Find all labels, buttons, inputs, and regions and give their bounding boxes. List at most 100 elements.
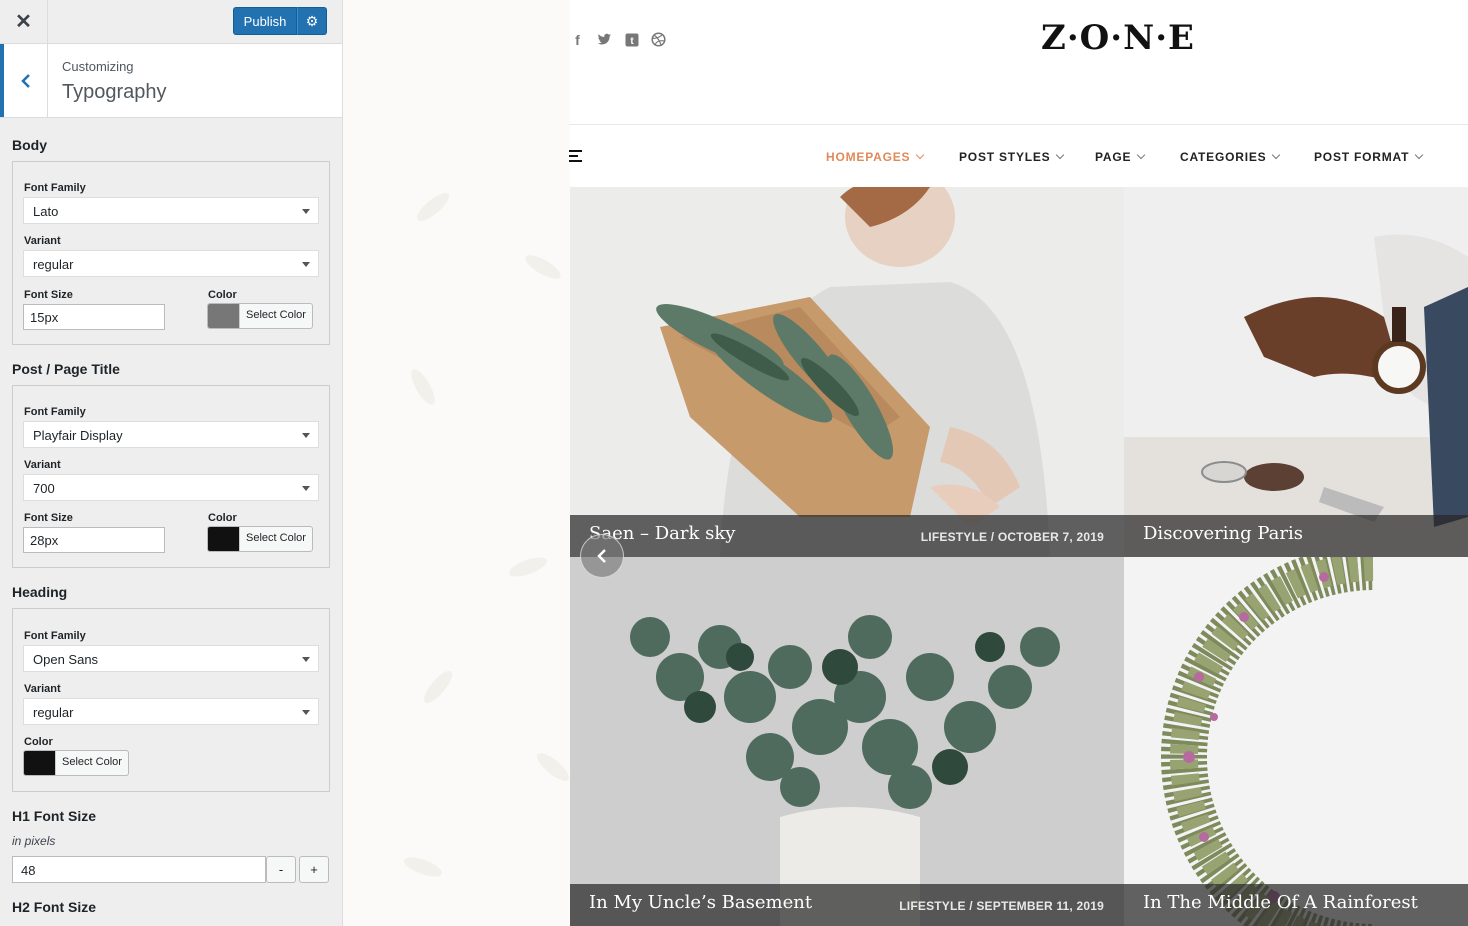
dropdown-arrow-icon bbox=[302, 209, 310, 214]
body-font-size-label: Font Size bbox=[24, 289, 73, 301]
publish-settings-gear-icon[interactable]: ⚙ bbox=[297, 7, 327, 35]
body-color-swatch bbox=[208, 304, 239, 328]
post-title-typography-control: Font Family Playfair Display Variant 700… bbox=[12, 385, 330, 568]
post-title-font-size-input[interactable]: 28px bbox=[23, 527, 165, 553]
social-links: f t bbox=[569, 31, 667, 48]
chevron-down-icon bbox=[1272, 150, 1281, 160]
body-variant-label: Variant bbox=[24, 235, 61, 247]
facebook-icon[interactable]: f bbox=[569, 31, 586, 48]
heading-color-picker-button[interactable]: Select Color bbox=[23, 750, 129, 776]
section-title: Typography bbox=[62, 81, 167, 103]
heading-select-color-label: Select Color bbox=[55, 751, 128, 775]
tumblr-icon[interactable]: t bbox=[623, 31, 640, 48]
leaf-decoration bbox=[533, 748, 573, 786]
post-title-variant-value: 700 bbox=[33, 481, 55, 496]
h1-decrement-button[interactable]: - bbox=[266, 856, 296, 883]
post-title-control-title: Post / Page Title bbox=[12, 361, 120, 377]
post-tile[interactable]: In My Uncle’s Basement LIFESTYLE / SEPTE… bbox=[570, 557, 1124, 926]
site-logo[interactable]: Z·O·N·E bbox=[1041, 18, 1195, 58]
body-variant-select[interactable]: regular bbox=[23, 250, 319, 277]
post-caption-bar: Discovering Paris bbox=[1124, 515, 1468, 557]
publish-button[interactable]: Publish bbox=[233, 7, 297, 35]
body-font-family-select[interactable]: Lato bbox=[23, 197, 319, 224]
body-font-family-value: Lato bbox=[33, 204, 59, 219]
post-image-eucalyptus bbox=[570, 557, 1124, 926]
heading-font-family-select[interactable]: Open Sans bbox=[23, 645, 319, 672]
body-variant-value: regular bbox=[33, 257, 74, 272]
post-tile[interactable]: Saen – Dark sky LIFESTYLE / OCTOBER 7, 2… bbox=[570, 187, 1124, 557]
heading-color-swatch bbox=[24, 751, 55, 775]
post-title[interactable]: In My Uncle’s Basement bbox=[589, 892, 812, 913]
dropdown-arrow-icon bbox=[302, 657, 310, 662]
chevron-left-icon bbox=[20, 73, 30, 88]
hamburger-menu-icon[interactable] bbox=[569, 150, 583, 165]
post-tile[interactable]: Discovering Paris bbox=[1124, 187, 1468, 557]
h1-font-size-input[interactable]: 48 bbox=[12, 856, 266, 883]
post-tile[interactable]: In The Middle Of A Rainforest bbox=[1124, 557, 1468, 926]
post-title-variant-label: Variant bbox=[24, 459, 61, 471]
body-color-picker-button[interactable]: Select Color bbox=[207, 303, 313, 329]
body-font-size-input[interactable]: 15px bbox=[23, 304, 165, 330]
nav-label: PAGE bbox=[1095, 150, 1132, 164]
heading-font-family-label: Font Family bbox=[24, 630, 86, 642]
nav-item-post-styles[interactable]: POST STYLES bbox=[959, 150, 1065, 164]
chevron-down-icon bbox=[1137, 150, 1146, 160]
heading-variant-label: Variant bbox=[24, 683, 61, 695]
post-caption-bar: Saen – Dark sky LIFESTYLE / OCTOBER 7, 2… bbox=[570, 515, 1124, 557]
post-caption-bar: In The Middle Of A Rainforest bbox=[1124, 884, 1468, 926]
dribbble-ball-icon bbox=[651, 32, 666, 47]
dropdown-arrow-icon bbox=[302, 486, 310, 491]
post-title-select-color-label: Select Color bbox=[239, 527, 312, 551]
post-meta[interactable]: LIFESTYLE / SEPTEMBER 11, 2019 bbox=[899, 899, 1104, 913]
post-meta[interactable]: LIFESTYLE / OCTOBER 7, 2019 bbox=[921, 530, 1104, 544]
nav-item-post-format[interactable]: POST FORMAT bbox=[1314, 150, 1424, 164]
heading-typography-control: Font Family Open Sans Variant regular Co… bbox=[12, 608, 330, 792]
chevron-down-icon bbox=[1415, 150, 1424, 160]
post-title-variant-select[interactable]: 700 bbox=[23, 474, 319, 501]
body-color-label: Color bbox=[208, 289, 237, 301]
heading-variant-select[interactable]: regular bbox=[23, 698, 319, 725]
post-title-color-swatch bbox=[208, 527, 239, 551]
heading-color-label: Color bbox=[24, 736, 53, 748]
body-control-title: Body bbox=[12, 137, 47, 153]
nav-item-page[interactable]: PAGE bbox=[1095, 150, 1146, 164]
slider-prev-button[interactable] bbox=[580, 534, 624, 578]
dropdown-arrow-icon bbox=[302, 710, 310, 715]
main-navigation: HOMEPAGES POST STYLES PAGE CATEGORIES PO… bbox=[569, 124, 1468, 187]
back-button[interactable] bbox=[0, 44, 48, 117]
h1-increment-button[interactable]: + bbox=[299, 856, 329, 883]
post-title[interactable]: Discovering Paris bbox=[1143, 523, 1303, 544]
post-title-font-family-select[interactable]: Playfair Display bbox=[23, 421, 319, 448]
dribbble-icon[interactable] bbox=[650, 31, 667, 48]
post-caption-bar: In My Uncle’s Basement LIFESTYLE / SEPTE… bbox=[570, 884, 1124, 926]
section-header: Customizing Typography bbox=[0, 44, 342, 118]
site-preview: f t Z·O·N·E HOMEPAGES POST STYLES PAGE C… bbox=[343, 0, 1468, 926]
floral-background-pattern bbox=[343, 0, 573, 926]
post-title-color-label: Color bbox=[208, 512, 237, 524]
heading-variant-value: regular bbox=[33, 705, 74, 720]
nav-label: POST STYLES bbox=[959, 150, 1051, 164]
leaf-decoration bbox=[522, 250, 564, 284]
leaf-decoration bbox=[419, 667, 457, 707]
nav-item-homepages[interactable]: HOMEPAGES bbox=[826, 150, 925, 164]
leaf-decoration bbox=[401, 853, 445, 881]
h2-font-size-title: H2 Font Size bbox=[12, 899, 97, 915]
body-select-color-label: Select Color bbox=[239, 304, 312, 328]
h1-font-size-subtitle: in pixels bbox=[12, 834, 56, 848]
nav-item-categories[interactable]: CATEGORIES bbox=[1180, 150, 1281, 164]
customizer-sidebar: ✕ Publish ⚙ Customizing Typography Body … bbox=[0, 0, 343, 926]
post-title[interactable]: In The Middle Of A Rainforest bbox=[1143, 892, 1418, 913]
close-customizer-button[interactable]: ✕ bbox=[0, 0, 48, 43]
heading-font-family-value: Open Sans bbox=[33, 652, 99, 667]
tumblr-square-icon: t bbox=[625, 33, 638, 47]
post-title-color-picker-button[interactable]: Select Color bbox=[207, 526, 313, 552]
nav-label: POST FORMAT bbox=[1314, 150, 1410, 164]
post-title-font-family-value: Playfair Display bbox=[33, 428, 123, 443]
customizing-label: Customizing bbox=[62, 59, 134, 74]
post-title-font-family-label: Font Family bbox=[24, 406, 86, 418]
nav-label: HOMEPAGES bbox=[826, 150, 911, 164]
heading-control-title: Heading bbox=[12, 584, 68, 600]
twitter-bird-icon bbox=[597, 33, 611, 45]
twitter-icon[interactable] bbox=[596, 31, 613, 48]
post-image-handshake bbox=[1124, 187, 1468, 557]
